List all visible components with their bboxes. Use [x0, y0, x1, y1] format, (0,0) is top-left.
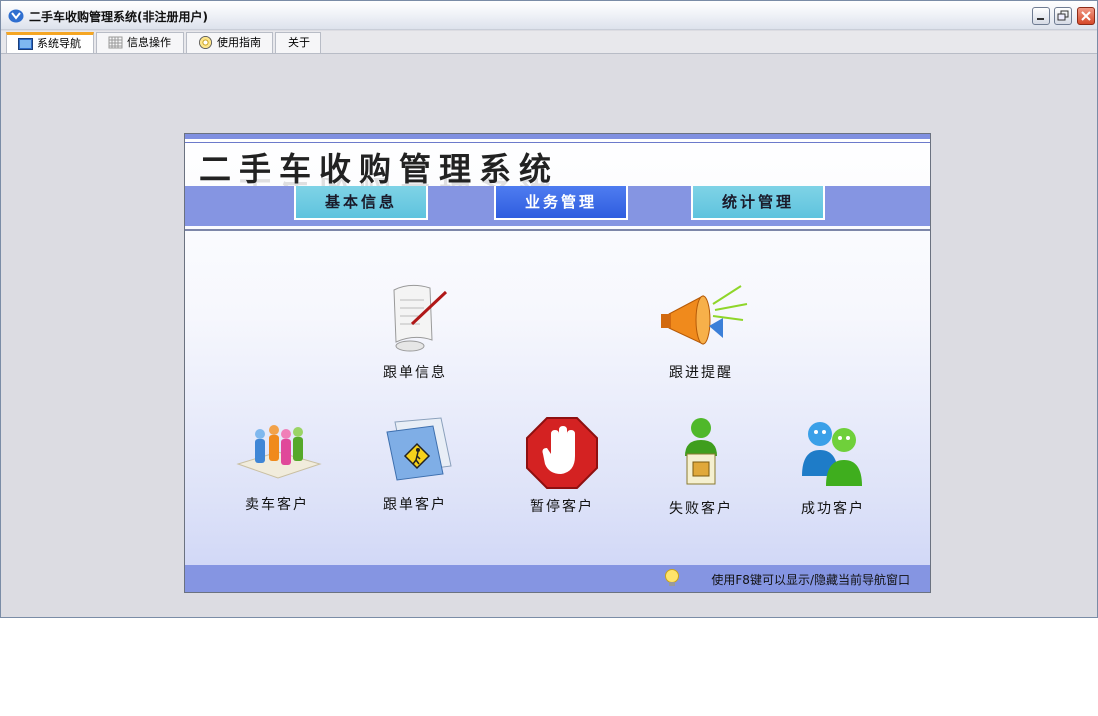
megaphone-icon [661, 285, 748, 345]
tab-label: 使用指南 [217, 36, 261, 49]
window-title: 二手车收购管理系统(非注册用户) [29, 10, 208, 24]
title-bar: 二手车收购管理系统(非注册用户) [1, 1, 1097, 30]
close-button[interactable] [1077, 7, 1095, 25]
tab-info-operation[interactable]: 信息操作 [96, 32, 184, 53]
tab-about[interactable]: 关于 [275, 32, 321, 53]
grid-icon [108, 36, 123, 49]
item-label: 成功客户 [801, 501, 865, 517]
tab-strip: 系统导航 信息操作 使用指南 关于 [1, 31, 1097, 54]
panel-top-band [185, 134, 930, 139]
close-icon [1081, 11, 1091, 21]
monitor-icon [18, 38, 33, 50]
seller-customers-item[interactable]: 卖车客户 [217, 416, 337, 514]
app-logo-icon [8, 9, 24, 23]
tab-user-guide[interactable]: 使用指南 [186, 32, 273, 53]
successful-customers-item[interactable]: 成功客户 [773, 416, 893, 518]
nav-basic-info[interactable]: 基本信息 [294, 186, 428, 220]
minimize-icon [1037, 18, 1044, 20]
item-label: 跟单客户 [383, 497, 447, 513]
two-users-icon [802, 422, 862, 486]
hint-bar: 使用F8键可以显示/隐藏当前导航窗口 [185, 565, 930, 592]
follow-reminder-item[interactable]: 跟进提醒 [641, 280, 761, 382]
nav-business-management[interactable]: 业务管理 [494, 186, 628, 220]
lightbulb-icon [665, 569, 679, 586]
person-box-icon [685, 418, 717, 485]
paused-customers-item[interactable]: 暂停客户 [502, 416, 622, 516]
item-label: 失败客户 [669, 501, 733, 517]
item-label: 暂停客户 [530, 499, 594, 515]
failed-customers-item[interactable]: 失败客户 [641, 416, 761, 518]
item-label: 卖车客户 [245, 497, 309, 513]
people-group-icon [236, 425, 322, 479]
folder-pedestrian-icon [386, 417, 452, 481]
restore-icon [1057, 10, 1069, 21]
tab-system-nav[interactable]: 系统导航 [6, 32, 94, 53]
item-label: 跟单信息 [383, 365, 447, 381]
tab-label: 系统导航 [37, 37, 81, 50]
help-icon [199, 36, 212, 49]
panel-top-line [185, 142, 930, 143]
minimize-button[interactable] [1032, 7, 1050, 25]
nav-statistics-management[interactable]: 统计管理 [691, 186, 825, 220]
stop-hand-icon [526, 417, 598, 489]
follow-customers-item[interactable]: 跟单客户 [355, 416, 475, 514]
nav-band-divider [185, 229, 930, 231]
restore-button[interactable] [1054, 7, 1072, 25]
tab-label: 关于 [288, 36, 310, 49]
hint-text: 使用F8键可以显示/隐藏当前导航窗口 [711, 573, 910, 587]
scroll-quill-icon [393, 284, 448, 352]
follow-info-item[interactable]: 跟单信息 [355, 280, 475, 382]
item-label: 跟进提醒 [669, 365, 733, 381]
tab-label: 信息操作 [127, 36, 171, 49]
navigation-panel: 二手车收购管理系统 二手车收购管理系统 基本信息 业务管理 统计管理 跟单信息 … [184, 133, 931, 593]
